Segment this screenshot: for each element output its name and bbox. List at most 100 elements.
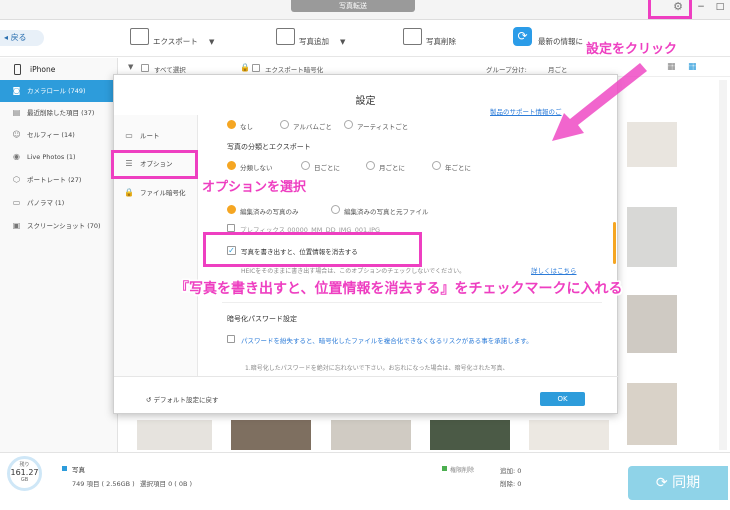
annotation-option: オプションを選択: [202, 180, 307, 195]
device-name[interactable]: iPhone: [30, 65, 55, 74]
back-button[interactable]: ◂ 戻る: [0, 30, 44, 46]
add-photo-caret-icon[interactable]: ▼: [340, 38, 345, 46]
minimize-icon[interactable]: −: [695, 2, 707, 12]
sidebar-item-label: パノラマ (1): [27, 199, 65, 207]
default-settings-label: デフォルト設定に戻す: [153, 396, 219, 404]
heic-link[interactable]: 詳しくはこちら: [531, 265, 577, 275]
lock-icon: 🔒: [240, 63, 250, 72]
sidebar-item-camera-roll[interactable]: ◙ カメラロール (749): [0, 80, 118, 102]
option-label: アーティストごと: [357, 123, 409, 131]
section-divider: [222, 302, 602, 303]
delete-photo-button[interactable]: 写真削除: [426, 37, 456, 47]
reset-icon: ↺: [146, 396, 154, 404]
storage-unit: GB: [20, 477, 29, 483]
content-scrollbar[interactable]: [719, 80, 727, 450]
add-photo-icon[interactable]: [276, 28, 295, 45]
sidebar-item-label: ポートレート (27): [27, 176, 82, 184]
option-label: 月ごとに: [379, 164, 405, 172]
add-photo-button[interactable]: 写真追加: [299, 37, 329, 47]
phone-icon: [14, 64, 21, 75]
sidebar-item-live-photos[interactable]: ◉ Live Photos (1): [0, 146, 118, 168]
storage-label: 残り: [19, 462, 30, 468]
cube-icon: ⬡: [13, 175, 20, 184]
camera-icon: ◙: [12, 86, 21, 95]
password-note: 1.暗号化したパスワードを絶対に忘れないで下さい。お忘れになった場合は、暗号化さ…: [245, 365, 509, 372]
option-label: 年ごとに: [445, 164, 471, 172]
annotation-arrow: [552, 63, 647, 141]
gear-icon[interactable]: ⚙: [672, 1, 684, 13]
prefix-checkbox[interactable]: [227, 224, 235, 232]
password-accept-checkbox[interactable]: [227, 335, 235, 343]
photo-legend-swatch: [62, 466, 67, 471]
folder-icon: ▭: [125, 131, 133, 140]
sync-button[interactable]: ⟳ 同期: [628, 466, 728, 500]
settings-highlight: [648, 0, 692, 19]
ok-button[interactable]: OK: [540, 392, 585, 406]
radio-none[interactable]: [227, 120, 236, 129]
radio-edited-only[interactable]: [227, 205, 236, 214]
radio-edited-and-original[interactable]: [331, 205, 340, 214]
radio-no-classify[interactable]: [227, 161, 236, 170]
photo-thumbnail[interactable]: [137, 420, 212, 450]
dialog-nav-label: ルート: [140, 132, 160, 140]
export-button[interactable]: エクスポート: [153, 37, 198, 47]
select-all-checkbox[interactable]: [141, 64, 149, 72]
sidebar-item-recently-deleted[interactable]: ▤ 最近削除した項目 (37): [0, 102, 118, 124]
radio-by-day[interactable]: [301, 161, 310, 170]
radio-artist[interactable]: [344, 120, 353, 129]
radio-album[interactable]: [280, 120, 289, 129]
photo-thumbnail[interactable]: [331, 420, 411, 450]
window-title: 写真転送: [291, 0, 415, 12]
geo-checkbox[interactable]: ✓: [227, 246, 236, 255]
permission-label: 権限削除: [450, 467, 475, 474]
panorama-icon: ▭: [12, 198, 21, 207]
lock-icon: 🔒: [124, 188, 134, 197]
live-icon: ◉: [13, 152, 20, 161]
password-warning: パスワードを紛失すると、暗号化したファイルを複合化できなくなるリスクがある事を承…: [241, 337, 533, 345]
photo-thumbnail[interactable]: [231, 420, 311, 450]
list-view-icon[interactable]: ▦: [688, 62, 698, 72]
sidebar-item-label: カメラロール (749): [27, 87, 86, 95]
sync-icon: ⟳: [655, 475, 673, 491]
delete-count: 削除: 0: [500, 480, 522, 488]
export-caret-icon[interactable]: ▼: [209, 38, 214, 46]
collapse-caret-icon[interactable]: ▼: [128, 63, 133, 71]
grid-view-icon[interactable]: ▦: [667, 62, 677, 72]
option-label: 分類しない: [240, 164, 273, 172]
sidebar-item-screenshot[interactable]: ▣ スクリーンショット (70): [0, 215, 118, 237]
heic-note: HEICをそのままに書き出す場合は、このオプションのチェックしないでください。: [241, 268, 466, 275]
delete-photo-icon[interactable]: [403, 28, 422, 45]
annotation-main: 『写真を書き出すと、位置情報を消去する』をチェックマークに入れる: [175, 281, 623, 297]
photo-thumbnail[interactable]: [627, 295, 677, 353]
export-encrypt-checkbox[interactable]: [252, 64, 260, 72]
permission-legend-swatch: [442, 466, 447, 471]
option-label: 日ごとに: [314, 164, 340, 172]
maximize-icon[interactable]: □: [714, 1, 726, 13]
radio-by-year[interactable]: [432, 161, 441, 170]
radio-by-month[interactable]: [366, 161, 375, 170]
sidebar-item-panorama[interactable]: ▭ パノラマ (1): [0, 192, 118, 214]
photo-thumbnail[interactable]: [627, 383, 677, 445]
sidebar-item-portrait[interactable]: ⬡ ポートレート (27): [0, 169, 118, 191]
add-count: 追加: 0: [500, 467, 522, 475]
select-all-label: すべて選択: [154, 66, 186, 74]
photo-thumbnail[interactable]: [529, 420, 609, 450]
photo-thumbnail[interactable]: [430, 420, 510, 450]
sidebar-item-label: Live Photos (1): [27, 153, 76, 161]
selected-count: 選択項目 0 ( 0B ): [140, 480, 193, 488]
default-settings-button[interactable]: ↺ デフォルト設定に戻す: [146, 394, 219, 404]
dialog-scrollbar[interactable]: [613, 222, 616, 264]
option-label: 編集済みの写真と元ファイル: [344, 208, 429, 216]
export-icon[interactable]: [130, 28, 149, 45]
sidebar-item-selfie[interactable]: ☺ セルフィー (14): [0, 124, 118, 146]
annotation-settings: 設定をクリック: [586, 42, 678, 57]
refresh-icon[interactable]: ⟳: [513, 27, 532, 46]
back-label: 戻る: [10, 33, 27, 42]
photo-thumbnail[interactable]: [627, 207, 677, 267]
refresh-button[interactable]: 最新の情報に: [538, 37, 583, 47]
option-label: 編集済みの写真のみ: [240, 208, 299, 216]
photos-label: 写真: [72, 466, 85, 474]
sidebar-item-label: スクリーンショット (70): [27, 222, 101, 230]
storage-indicator: 残り 161.27 GB: [7, 456, 42, 491]
screenshot-icon: ▣: [12, 221, 21, 230]
